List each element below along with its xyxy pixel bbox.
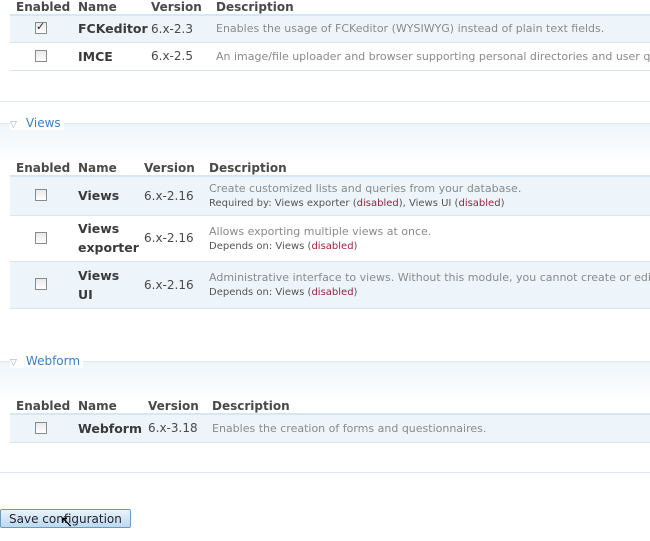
module-description: An image/file uploader and browser suppo… [210, 42, 650, 71]
module-description: Allows exporting multiple views at once. [209, 224, 432, 238]
fieldset-gradient [0, 362, 650, 402]
collapse-triangle-icon: ▽ [10, 358, 17, 368]
fieldset-divider [0, 101, 650, 102]
fieldset-legend-webform[interactable]: ▽ Webform [10, 354, 84, 368]
module-description: Enables the creation of forms and questi… [206, 414, 650, 443]
col-name: Name [72, 0, 145, 16]
modules-table-webform: Enabled Name Version Description Webform 6.… [10, 399, 650, 443]
module-name: FCKeditor [72, 15, 148, 43]
module-description: Create customized lists and queries from… [209, 182, 522, 196]
module-description: Administrative interface to views. Witho… [209, 271, 650, 284]
modules-table-other: EnabledNameVersionDescription FCKeditor … [10, 0, 650, 71]
modules-table-views: Enabled Name Version Description Views 6.x-… [10, 161, 650, 309]
module-name: Views [72, 176, 138, 216]
col-name: Name [72, 399, 142, 415]
col-description: Description [206, 399, 650, 415]
col-enabled: Enabled [10, 399, 72, 415]
collapse-triangle-icon: ▽ [10, 120, 17, 130]
col-description: Description [203, 161, 650, 177]
enable-checkbox-webform[interactable] [35, 421, 47, 434]
module-name: IMCE [72, 42, 145, 71]
col-description: Description [210, 0, 650, 16]
module-version: 6.x-2.3 [145, 15, 210, 43]
module-version: 6.x-2.16 [138, 215, 203, 262]
module-dependencies: Depends on: Views (disabled) [209, 287, 358, 298]
col-version: Version [142, 399, 206, 415]
enable-checkbox-views-exporter[interactable] [35, 231, 47, 244]
module-description: Enables the usage of FCKeditor (WYSIWYG)… [210, 15, 650, 43]
module-name: Views exporter [72, 215, 139, 262]
table-row: Webform 6.x-3.18 Enables the creation of… [10, 414, 650, 443]
col-name: Name [72, 161, 138, 177]
fieldset-gradient [0, 124, 650, 164]
col-version: Version [138, 161, 203, 177]
module-version: 6.x-2.5 [145, 42, 210, 71]
module-name: Views UI [72, 261, 138, 309]
enable-checkbox-views-ui[interactable] [35, 278, 47, 290]
table-row: FCKeditor 6.x-2.3 Enables the usage of F… [10, 15, 650, 43]
mouse-cursor-icon: ↖ [60, 512, 74, 531]
enable-checkbox-fckeditor[interactable] [35, 20, 47, 35]
table-row: IMCE 6.x-2.5 An image/file uploader and … [10, 42, 650, 71]
table-row: Views UI 6.x-2.16 Administrative interfa… [10, 261, 650, 309]
module-version: 6.x-2.16 [138, 176, 203, 216]
fieldset-divider [0, 472, 650, 473]
table-row: Views 6.x-2.16 Create customized lists a… [10, 176, 650, 216]
module-name: Webform [72, 414, 142, 443]
table-row: Views exporter 6.x-2.16 Allows exporting… [10, 215, 650, 262]
module-dependencies: Required by: Views exporter (disabled), … [209, 198, 505, 210]
module-version: 6.x-2.16 [138, 261, 203, 309]
module-version: 6.x-3.18 [142, 414, 206, 443]
col-version: Version [145, 0, 210, 16]
enable-checkbox-imce[interactable] [35, 49, 47, 62]
fieldset-legend-views[interactable]: ▽ Views [10, 116, 64, 130]
col-enabled: Enabled [10, 161, 72, 177]
col-enabled: Enabled [10, 0, 72, 16]
enable-checkbox-views[interactable] [35, 189, 47, 202]
module-dependencies: Depends on: Views (disabled) [209, 240, 358, 252]
